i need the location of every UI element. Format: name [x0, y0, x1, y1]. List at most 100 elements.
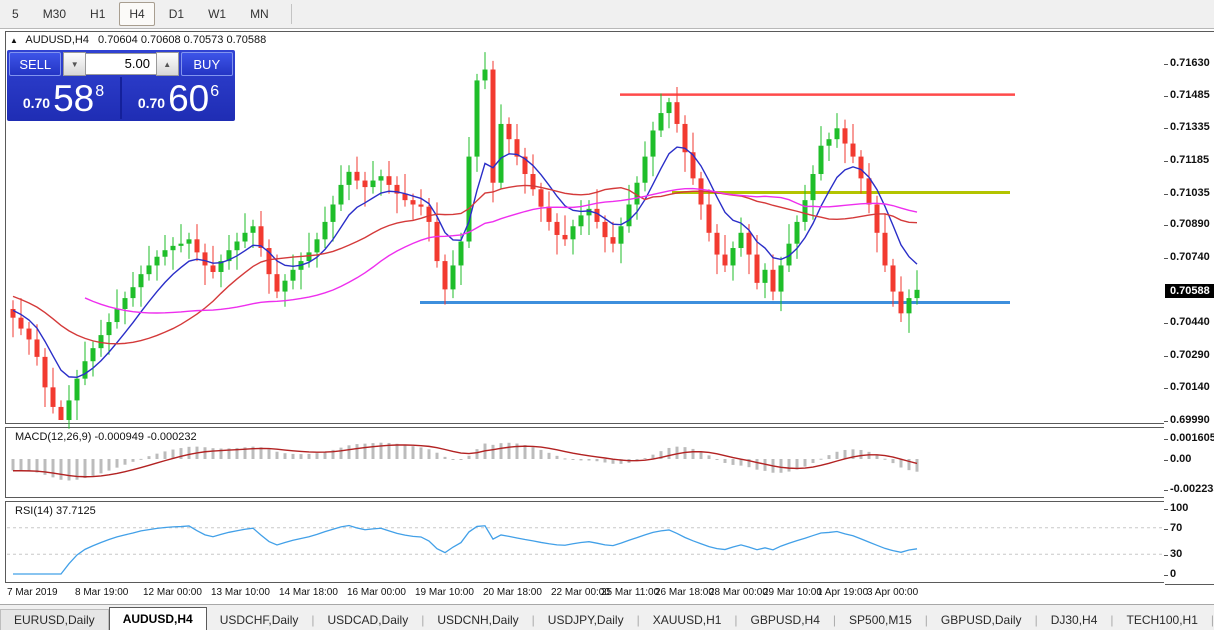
price-tick: 0.69990 — [1170, 414, 1210, 426]
buy-price-pip: 6 — [210, 83, 219, 101]
time-axis-label: 25 Mar 11:00 — [601, 587, 659, 598]
chart-tab-audusd-h4[interactable]: AUDUSD,H4 — [109, 607, 207, 630]
chevron-up-icon: ▲ — [163, 60, 171, 69]
timeframe-toolbar: 5M30H1H4D1W1MN — [0, 0, 1214, 29]
price-tick: 0.70740 — [1170, 251, 1210, 263]
axis-tick-mark — [1164, 356, 1168, 357]
axis-tick-mark — [1164, 460, 1168, 461]
price-tick: 0.70890 — [1170, 218, 1210, 230]
chart-tab-dj30-h4[interactable]: DJ30,H4 — [1038, 610, 1111, 630]
axis-tick-mark — [1164, 555, 1168, 556]
axis-tick-mark — [1164, 161, 1168, 162]
timeframe-buttons: 5M30H1H4D1W1MN — [0, 2, 281, 26]
chart-symbol: AUDUSD,H4 — [25, 34, 89, 46]
price-tick: 0.71630 — [1170, 57, 1210, 69]
chart-tab-gbpusd-h4[interactable]: GBPUSD,H4 — [738, 610, 833, 630]
price-tick: 0.71485 — [1170, 89, 1210, 101]
volume-up-button[interactable]: ▲ — [156, 52, 179, 76]
timeframe-button-h1[interactable]: H1 — [80, 2, 115, 26]
chevron-down-icon: ▼ — [71, 60, 79, 69]
price-tick: 0.70440 — [1170, 316, 1210, 328]
price-tick: 0.70290 — [1170, 349, 1210, 361]
chart-tab-tech100-h1[interactable]: TECH100,H1 — [1114, 610, 1211, 630]
chart-tab-eurusd-daily[interactable]: EURUSD,Daily — [0, 609, 109, 630]
time-axis-label: 13 Mar 10:00 — [211, 587, 270, 598]
axis-tick-mark — [1164, 529, 1168, 530]
one-click-trade-widget: SELL ▼ 5.00 ▲ BUY 0.70 58 8 0.70 60 6 — [7, 50, 235, 121]
volume-down-button[interactable]: ▼ — [63, 52, 86, 76]
chart-tab-usdcad-daily[interactable]: USDCAD,Daily — [315, 610, 422, 630]
sell-price-big: 58 — [53, 82, 94, 116]
price-axis-column: 0.71630 0.71485 0.71335 0.71185 0.71035 0.708… — [1164, 31, 1214, 585]
axis-tick-mark — [1164, 490, 1168, 491]
terminal-window: 5M30H1H4D1W1MN MACD(12,26,9) -0.000949 -… — [0, 0, 1214, 630]
axis-tick-mark — [1164, 128, 1168, 129]
rsi-tick: 100 — [1170, 502, 1188, 514]
axis-tick-mark — [1164, 575, 1168, 576]
chart-tab-usdchf-daily[interactable]: USDCHF,Daily — [207, 610, 312, 630]
time-axis-label: 16 Mar 00:00 — [347, 587, 406, 598]
chart-tab-xauusd-h1[interactable]: XAUUSD,H1 — [640, 610, 735, 630]
chart-tab-sp500-m15[interactable]: SP500,M15 — [836, 610, 925, 630]
axis-tick-mark — [1164, 194, 1168, 195]
price-tick: 0.71335 — [1170, 121, 1210, 133]
current-price-badge: 0.70588 — [1165, 284, 1214, 298]
sell-price[interactable]: 0.70 58 8 — [7, 77, 122, 119]
timeframe-button-w1[interactable]: W1 — [198, 2, 236, 26]
chart-tab-bar: EURUSD,DailyAUDUSD,H4USDCHF,Daily|USDCAD… — [0, 604, 1214, 630]
time-axis-label: 3 Apr 00:00 — [867, 587, 918, 598]
chart-tab-gbpusd-daily[interactable]: GBPUSD,Daily — [928, 610, 1035, 630]
macd-panel[interactable]: MACD(12,26,9) -0.000949 -0.000232 — [5, 427, 1165, 498]
sell-button[interactable]: SELL — [9, 52, 61, 76]
price-tick: 0.71035 — [1170, 187, 1210, 199]
buy-price-big: 60 — [168, 82, 209, 116]
time-axis-label: 20 Mar 18:00 — [483, 587, 542, 598]
rsi-panel[interactable]: RSI(14) 37.7125 — [5, 501, 1165, 583]
rsi-label: RSI(14) 37.7125 — [15, 505, 96, 517]
rsi-tick: 70 — [1170, 522, 1182, 534]
axis-tick-mark — [1164, 439, 1168, 440]
time-axis-label: 7 Mar 2019 — [7, 587, 58, 598]
chart-tab-usdjpy-daily[interactable]: USDJPY,Daily — [535, 610, 637, 630]
time-axis-label: 28 Mar 00:00 — [709, 587, 768, 598]
time-axis-label: 8 Mar 19:00 — [75, 587, 128, 598]
chart-ohlc-values: 0.70604 0.70608 0.70573 0.70588 — [98, 34, 266, 46]
timeframe-button-5[interactable]: 5 — [2, 2, 29, 26]
chart-header: ▲ AUDUSD,H4 0.70604 0.70608 0.70573 0.70… — [10, 34, 266, 46]
macd-tick: 0.001605 — [1170, 432, 1214, 444]
volume-input[interactable]: 5.00 — [86, 53, 156, 75]
collapse-icon[interactable]: ▲ — [10, 36, 18, 45]
time-axis: 7 Mar 2019 8 Mar 19:00 12 Mar 00:00 13 Mar … — [5, 583, 1165, 603]
buy-price[interactable]: 0.70 60 6 — [122, 77, 235, 119]
sell-price-pip: 8 — [95, 83, 104, 101]
sell-price-prefix: 0.70 — [23, 95, 50, 111]
rsi-tick: 0 — [1170, 568, 1176, 580]
timeframe-button-h4[interactable]: H4 — [119, 2, 154, 26]
axis-tick-mark — [1164, 258, 1168, 259]
axis-tick-mark — [1164, 509, 1168, 510]
rsi-tick: 30 — [1170, 548, 1182, 560]
time-axis-label: 29 Mar 10:00 — [763, 587, 822, 598]
macd-label: MACD(12,26,9) -0.000949 -0.000232 — [15, 431, 197, 443]
macd-tick: 0.00 — [1170, 453, 1191, 465]
macd-tick: -0.002235 — [1170, 483, 1214, 495]
timeframe-button-m30[interactable]: M30 — [33, 2, 76, 26]
timeframe-button-d1[interactable]: D1 — [159, 2, 194, 26]
time-axis-label: 12 Mar 00:00 — [143, 587, 202, 598]
toolbar-separator — [291, 4, 292, 24]
time-axis-label: 19 Mar 10:00 — [415, 587, 474, 598]
buy-button[interactable]: BUY — [181, 52, 233, 76]
axis-tick-mark — [1164, 421, 1168, 422]
axis-tick-mark — [1164, 64, 1168, 65]
price-tick: 0.71185 — [1170, 154, 1209, 166]
timeframe-button-mn[interactable]: MN — [240, 2, 279, 26]
axis-tick-mark — [1164, 225, 1168, 226]
axis-tick-mark — [1164, 96, 1168, 97]
buy-price-prefix: 0.70 — [138, 95, 165, 111]
time-axis-label: 26 Mar 18:00 — [655, 587, 714, 598]
price-tick: 0.70140 — [1170, 381, 1210, 393]
axis-tick-mark — [1164, 388, 1168, 389]
time-axis-label: 1 Apr 19:00 — [817, 587, 868, 598]
chart-tab-usdcnh-daily[interactable]: USDCNH,Daily — [424, 610, 531, 630]
time-axis-label: 14 Mar 18:00 — [279, 587, 338, 598]
